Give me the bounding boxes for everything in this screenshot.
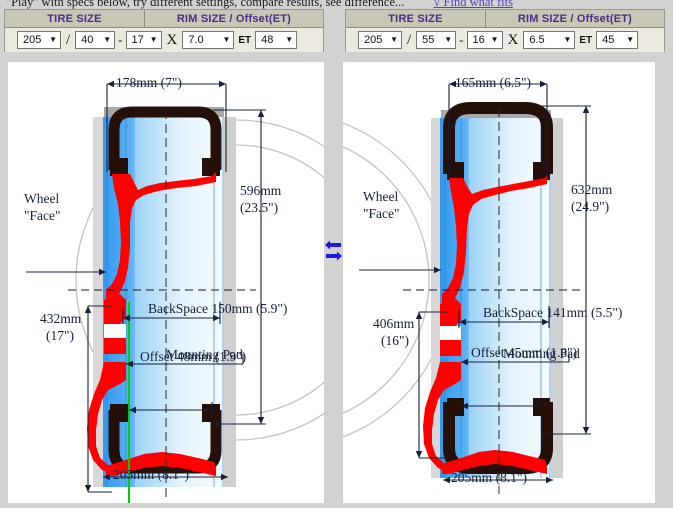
tire-width-value-right: 205 [364,34,383,46]
tire-width-label-right: 205mm (8.1") [451,470,528,485]
tire-aspect-value-right: 55 [422,34,435,46]
tire-width-select-left[interactable]: 205 ▼ [17,31,61,49]
rim-width-value-right: 6.5 [529,34,545,46]
tire-width-value-left: 205 [23,34,42,46]
rim-diameter-select-right[interactable]: 16 ▼ [466,31,503,49]
chevron-down-icon: ▼ [444,35,453,44]
rim-diameter-label-left-2: (17") [46,328,75,343]
dash-separator-right: - [459,32,464,47]
wheel-cross-section-right-svg [343,80,591,494]
et-select-left[interactable]: 48 ▼ [255,31,298,49]
chevron-down-icon: ▼ [390,35,398,44]
spec-controls-row-right: 205 ▼ / 55 ▼ - 16 ▼ X 6.5 ▼ ET 45 ▼ [346,28,664,52]
slash-separator-left: / [66,31,71,48]
wheel-face-label-left-1: Wheel [24,191,60,206]
et-value-left: 48 [261,34,274,46]
promo-text: "Play" with specs below, try different s… [6,0,405,9]
wheel-comparison-page: "Play" with specs below, try different s… [0,0,673,508]
rim-width-select-right[interactable]: 6.5 ▼ [523,31,576,49]
spec-panel-right: TIRE SIZE RIM SIZE / Offset(ET) 205 ▼ / … [345,9,665,52]
rim-width-label-right: 165mm (6.5") [455,75,532,90]
et-value-right: 45 [602,34,615,46]
tire-aspect-select-left[interactable]: 40 ▼ [75,31,116,49]
spec-header-row-left: TIRE SIZE RIM SIZE / Offset(ET) [5,10,323,28]
tire-size-header-right: TIRE SIZE [346,10,486,28]
chevron-down-icon: ▼ [490,35,499,44]
rim-diameter-label-left-1: 432mm [40,311,82,326]
wheel-diagram-right: 165mm (6.5") 632mm (24.9") Wheel "Face" … [343,62,655,503]
backspace-label-left: BackSpace 150mm (5.9") [148,301,288,316]
x-separator-right: X [507,31,519,48]
wheel-face-label-right-2: "Face" [363,206,400,221]
chevron-down-icon: ▼ [626,35,635,44]
slash-separator-right: / [407,31,412,48]
offset-label-right: Offset 45mm (1.8") [471,345,578,360]
tire-size-header-left: TIRE SIZE [5,10,145,28]
chevron-down-icon: ▼ [285,35,294,44]
rim-diameter-value-left: 17 [131,34,144,46]
chevron-down-icon: ▼ [149,35,158,44]
rim-diameter-value-right: 16 [472,34,485,46]
et-label-left: ET [238,34,252,46]
wheel-cross-section-left-svg [26,80,324,503]
tire-width-label-left: 205mm (8.1") [113,467,190,482]
rim-diameter-label-right-1: 406mm [373,316,415,331]
rim-size-header-right: RIM SIZE / Offset(ET) [485,10,664,28]
swap-panel [324,62,343,503]
backspace-label-right: BackSpace 141mm (5.5") [483,305,623,320]
rim-width-value-left: 7.0 [188,34,204,46]
dash-separator-left: - [118,32,123,47]
rim-diameter-select-left[interactable]: 17 ▼ [125,31,162,49]
rim-width-select-left[interactable]: 7.0 ▼ [182,31,235,49]
tire-aspect-value-left: 40 [81,34,94,46]
overall-diameter-label-left-2: (23.5") [240,200,279,215]
overall-diameter-label-right-1: 632mm [571,182,613,197]
swap-horizontal-arrows-icon[interactable] [324,238,343,264]
et-select-right[interactable]: 45 ▼ [596,31,639,49]
chevron-down-icon: ▼ [103,35,112,44]
spec-controls-row-left: 205 ▼ / 40 ▼ - 17 ▼ X 7.0 ▼ ET 48 ▼ [5,28,323,52]
chevron-down-icon: ▼ [563,35,572,44]
rim-width-label-left: 178mm (7") [116,75,182,90]
et-label-right: ET [579,34,593,46]
find-what-fits-link[interactable]: √ Find what fits [434,0,513,9]
wheel-face-label-right-1: Wheel [363,189,399,204]
wheel-face-label-left-2: "Face" [24,208,61,223]
rim-diameter-label-right-2: (16") [381,333,410,348]
spec-panel-left: TIRE SIZE RIM SIZE / Offset(ET) 205 ▼ / … [4,9,324,52]
tire-width-select-right[interactable]: 205 ▼ [358,31,402,49]
spec-header-row-right: TIRE SIZE RIM SIZE / Offset(ET) [346,10,664,28]
overall-diameter-label-right-2: (24.9") [571,199,610,214]
wheel-diagram-left: 178mm (7") 596mm (23.5") Wheel "Face" Ba… [8,62,324,503]
chevron-down-icon: ▼ [222,35,231,44]
x-separator-left: X [166,31,178,48]
tire-aspect-select-right[interactable]: 55 ▼ [416,31,457,49]
offset-label-left: Offset 48mm (1.9") [140,349,247,364]
overall-diameter-label-left-1: 596mm [240,183,282,198]
rim-size-header-left: RIM SIZE / Offset(ET) [144,10,323,28]
chevron-down-icon: ▼ [49,35,57,44]
